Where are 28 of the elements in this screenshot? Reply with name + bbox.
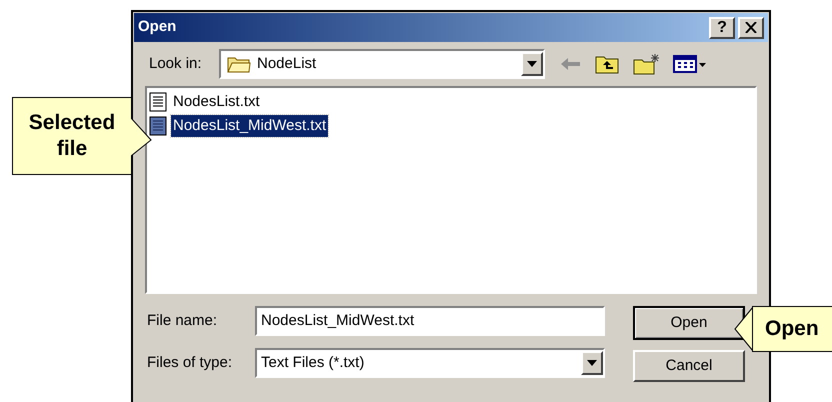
- close-icon: [745, 22, 757, 33]
- text-file-icon: [149, 92, 167, 112]
- dialog-button[interactable]: Open: [633, 306, 745, 340]
- file-type-value: Text Files (*.txt): [261, 352, 366, 373]
- file-item[interactable]: NodesList.txt: [171, 90, 262, 114]
- view-menu-icon[interactable]: [673, 55, 707, 73]
- window-title: Open: [138, 17, 178, 38]
- dropdown-button[interactable]: [581, 351, 603, 375]
- file-name-field[interactable]: NodesList_MidWest.txt: [255, 306, 605, 336]
- folder-icon: [227, 55, 251, 73]
- new-folder-icon[interactable]: [633, 53, 661, 75]
- text-file-icon: [149, 116, 167, 136]
- file-type-label: Files of type:: [147, 352, 234, 373]
- file-type-dropdown[interactable]: Text Files (*.txt): [255, 348, 605, 378]
- callout: Selected file: [12, 97, 132, 175]
- look-in-label: Look in:: [149, 54, 203, 74]
- caret-icon: [527, 61, 537, 67]
- look-in-dropdown[interactable]: NodeList: [219, 49, 545, 79]
- callout-pointer: [734, 306, 754, 352]
- file-name-label: File name:: [147, 310, 218, 331]
- dialog-button[interactable]: Cancel: [633, 350, 745, 382]
- look-in-value: NodeList: [257, 54, 318, 74]
- caret-icon: [587, 360, 597, 366]
- dropdown-button[interactable]: [521, 52, 543, 76]
- help-button[interactable]: ?: [709, 16, 735, 38]
- close-button[interactable]: [738, 16, 764, 38]
- up-folder-icon[interactable]: [595, 54, 619, 74]
- file-item[interactable]: NodesList_MidWest.txt: [171, 114, 328, 138]
